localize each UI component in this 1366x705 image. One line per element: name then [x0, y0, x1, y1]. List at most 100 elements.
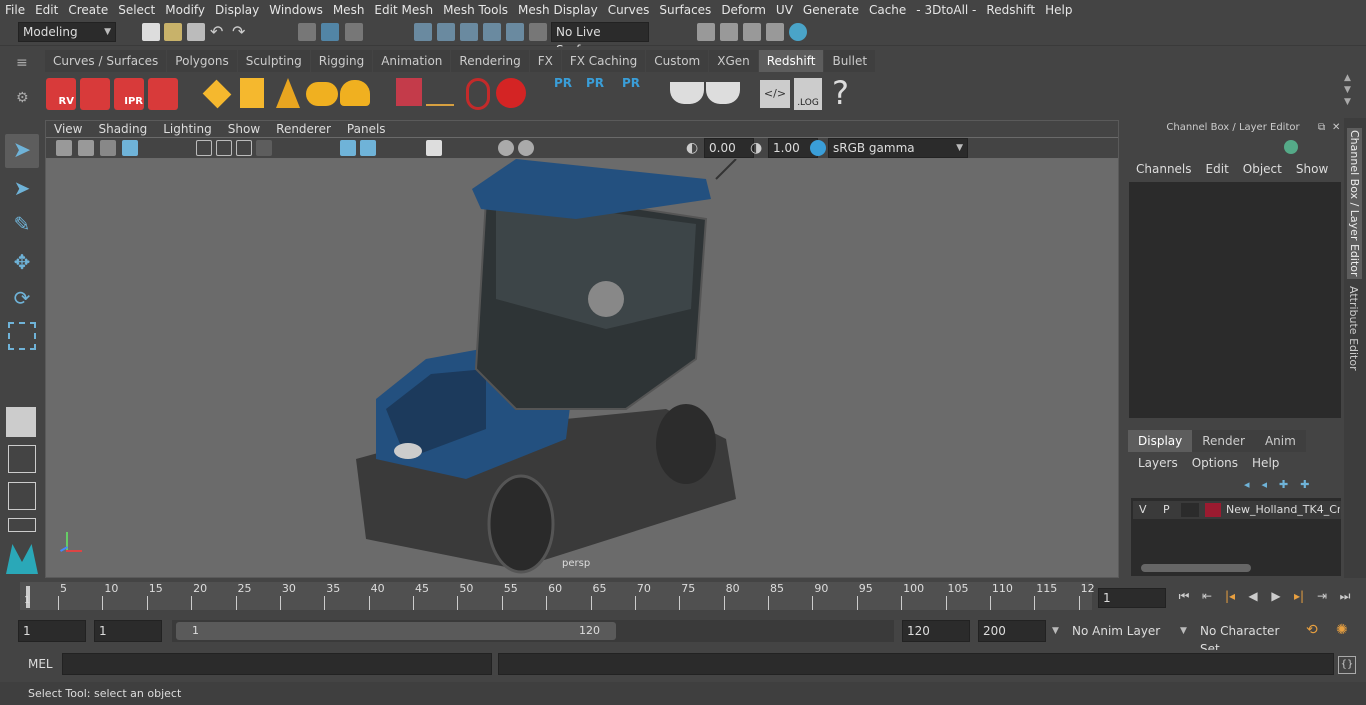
snap-view-icon[interactable] — [483, 23, 501, 41]
menu-uv[interactable]: UV — [771, 0, 798, 20]
side-tab-channel-box[interactable]: Channel Box / Layer Editor — [1347, 128, 1362, 279]
pr-swap-icon[interactable]: PR — [622, 76, 648, 110]
menu-modify[interactable]: Modify — [160, 0, 210, 20]
render-view-icon[interactable] — [697, 23, 715, 41]
gamma-icon[interactable]: ◑ — [750, 140, 766, 156]
snap-grid-icon[interactable] — [414, 23, 432, 41]
motion-blur-icon[interactable] — [518, 140, 534, 156]
sun-sky-icon[interactable] — [340, 80, 370, 106]
select-component-icon[interactable] — [345, 23, 363, 41]
cb-menu-object[interactable]: Object — [1243, 162, 1282, 176]
light-spot-icon[interactable] — [276, 78, 300, 108]
bake-settings-icon[interactable] — [706, 82, 740, 104]
playback-start-field[interactable]: 1 — [94, 620, 162, 642]
layer-type-box[interactable] — [1181, 503, 1199, 517]
ipr-render-icon[interactable] — [743, 23, 761, 41]
menu-curves[interactable]: Curves — [603, 0, 655, 20]
menu-mesh-tools[interactable]: Mesh Tools — [438, 0, 513, 20]
menu-surfaces[interactable]: Surfaces — [654, 0, 716, 20]
ipr-icon[interactable]: IPR — [114, 78, 144, 110]
render-view-rv-icon[interactable]: RV — [46, 78, 76, 110]
lasso-tool-icon[interactable]: ➤ — [8, 176, 36, 204]
pr-export-icon[interactable]: PR — [586, 76, 612, 110]
vp-menu-renderer[interactable]: Renderer — [268, 121, 339, 137]
help-icon[interactable]: ? — [832, 74, 854, 112]
range-slider-handle[interactable]: 1 120 — [176, 622, 616, 640]
menu-create[interactable]: Create — [63, 0, 113, 20]
light-rect-icon[interactable] — [202, 79, 232, 109]
four-view-icon[interactable] — [8, 445, 36, 473]
scene-end-field[interactable]: 200 — [978, 620, 1046, 642]
shelf-scroll-icon[interactable]: ▲ ▼ ▼ — [1344, 72, 1358, 112]
render-settings-gear-icon[interactable] — [148, 78, 178, 110]
shelf-menu-icon[interactable]: ≡ — [16, 55, 28, 71]
snap-surface-icon[interactable] — [506, 23, 524, 41]
textured-icon[interactable] — [236, 140, 252, 156]
step-forward-frame-icon[interactable]: ▸| — [1291, 588, 1307, 604]
paint-select-icon[interactable]: ✎ — [8, 212, 36, 240]
proxy-icon[interactable] — [396, 78, 422, 106]
sphere-icon[interactable] — [496, 78, 526, 108]
menu-help[interactable]: Help — [1040, 0, 1077, 20]
cb-menu-edit[interactable]: Edit — [1206, 162, 1229, 176]
manip-icon[interactable] — [1284, 140, 1298, 154]
cb-menu-show[interactable]: Show — [1296, 162, 1328, 176]
side-tab-attribute-editor[interactable]: Attribute Editor — [1347, 286, 1360, 371]
current-frame-field[interactable]: 1 — [1098, 588, 1166, 608]
bookmark-icon[interactable] — [100, 140, 116, 156]
select-tool-icon[interactable]: ➤ — [5, 134, 39, 168]
vp-menu-shading[interactable]: Shading — [90, 121, 155, 137]
select-object-icon[interactable] — [321, 23, 339, 41]
layer-tab-anim[interactable]: Anim — [1254, 430, 1306, 452]
lighting-icon[interactable] — [256, 140, 272, 156]
isolate-icon[interactable] — [340, 140, 356, 156]
checker-icon[interactable] — [426, 140, 442, 156]
step-back-frame-icon[interactable]: |◂ — [1222, 588, 1238, 604]
auto-key-icon[interactable]: ⟲ — [1306, 622, 1324, 640]
bake-icon[interactable] — [670, 82, 704, 104]
tab-rigging[interactable]: Rigging — [310, 50, 373, 72]
close-icon[interactable]: ✕ — [1332, 122, 1340, 133]
tab-sculpting[interactable]: Sculpting — [237, 50, 310, 72]
tab-custom[interactable]: Custom — [646, 50, 709, 72]
camera-icon[interactable] — [56, 140, 72, 156]
layer-menu-options[interactable]: Options — [1192, 456, 1238, 470]
smooth-shade-icon[interactable] — [216, 140, 232, 156]
camera-attr-icon[interactable] — [78, 140, 94, 156]
playback-end-field[interactable]: 120 — [902, 620, 970, 642]
anim-prefs-icon[interactable]: ✺ — [1336, 622, 1354, 640]
render-frame-icon[interactable] — [720, 23, 738, 41]
save-scene-icon[interactable] — [187, 23, 205, 41]
tab-bullet[interactable]: Bullet — [824, 50, 876, 72]
rotate-tool-icon[interactable]: ⟳ — [8, 286, 36, 314]
tab-animation[interactable]: Animation — [373, 50, 451, 72]
mel-input[interactable] — [62, 653, 492, 675]
select-hierarchy-icon[interactable] — [298, 23, 316, 41]
character-set-dropdown[interactable]: ▼ No Character Set — [1178, 620, 1302, 656]
range-slider[interactable]: 1 120 — [172, 620, 894, 642]
viewport-3d-scene[interactable] — [46, 158, 1118, 577]
anim-layer-dropdown[interactable]: ▼ No Anim Layer — [1050, 620, 1170, 642]
move-tool-icon[interactable]: ✥ — [8, 250, 36, 278]
timeline-ruler[interactable]: 1 5 10 15 20 25 30 35 40 45 50 55 60 65 70 75 80 85 90 95 1… — [20, 582, 1095, 610]
layer-menu-help[interactable]: Help — [1252, 456, 1279, 470]
layer-row[interactable]: V P New_Holland_TK4_Cra — [1133, 501, 1341, 519]
layer-scrollbar[interactable] — [1141, 564, 1251, 572]
layer-tab-display[interactable]: Display — [1128, 430, 1193, 452]
light-ies-icon[interactable] — [306, 82, 338, 106]
go-to-start-icon[interactable]: ⏮ — [1176, 588, 1192, 604]
float-icon[interactable]: ⧉ — [1318, 122, 1325, 133]
exposure-icon[interactable]: ◐ — [686, 140, 702, 156]
menu-cache[interactable]: Cache — [864, 0, 911, 20]
undo-icon[interactable]: ↶ — [210, 23, 228, 41]
new-scene-icon[interactable] — [142, 23, 160, 41]
snap-point-icon[interactable] — [460, 23, 478, 41]
menu-deform[interactable]: Deform — [716, 0, 771, 20]
grid-toggle-icon[interactable] — [122, 140, 138, 156]
exposure-field[interactable]: 0.00 — [704, 138, 754, 158]
menu-redshift[interactable]: Redshift — [981, 0, 1040, 20]
vp-menu-show[interactable]: Show — [220, 121, 268, 137]
tab-polygons[interactable]: Polygons — [167, 50, 237, 72]
menu-select[interactable]: Select — [113, 0, 160, 20]
menu-display[interactable]: Display — [210, 0, 264, 20]
